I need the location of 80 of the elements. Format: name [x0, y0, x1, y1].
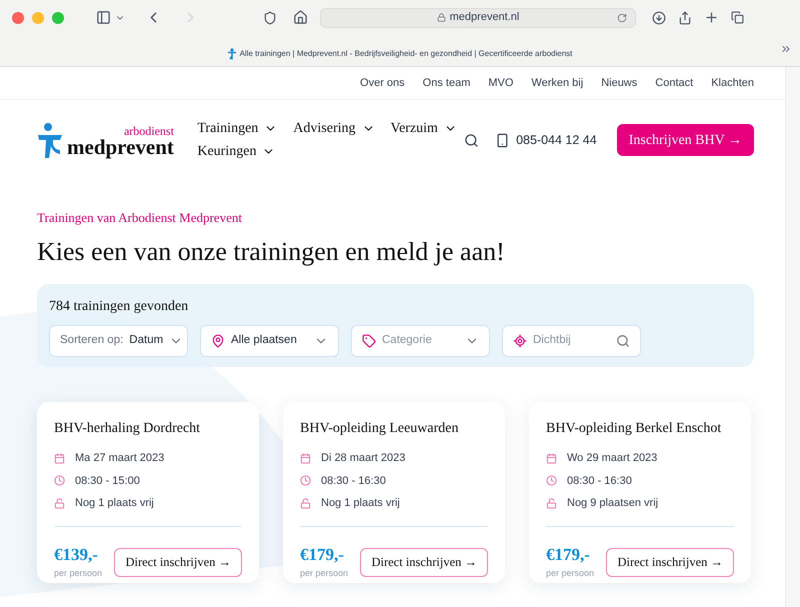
date-text: Di 28 maart 2023 — [321, 451, 406, 466]
close-window-icon[interactable] — [12, 12, 24, 24]
dropdown[interactable]: Sorteren op: Datum — [49, 325, 188, 357]
logo-wordmark: medprevent — [67, 137, 174, 158]
nav-menu-item[interactable]: Verzuim — [390, 118, 457, 139]
dropdown[interactable]: Alle plaatsen — [200, 325, 339, 357]
calendar-icon — [300, 452, 311, 464]
nav-menu-item[interactable]: Trainingen — [197, 118, 278, 139]
top-nav-link[interactable]: MVO — [488, 74, 514, 92]
tag-icon — [362, 334, 376, 348]
top-nav-link[interactable]: Ons team — [422, 74, 470, 92]
browser-tab[interactable]: Alle trainingen | Medprevent.nl - Bedrijfsveiligheid- en gezondheid | Gecertificeerde arbodienst — [0, 48, 800, 66]
results-count: 784 trainingen gevonden — [49, 298, 190, 316]
padlock-icon — [54, 498, 65, 509]
time-text: 08:30 - 16:30 — [567, 474, 632, 488]
sidebar-icon[interactable] — [96, 10, 111, 25]
nav-menu-item[interactable]: Advisering — [293, 118, 375, 139]
shield-icon[interactable] — [263, 10, 277, 24]
lock-icon — [436, 13, 446, 22]
top-nav-link[interactable]: Contact — [655, 74, 694, 92]
address-bar[interactable]: medprevent.nl — [320, 8, 636, 28]
figure-icon — [228, 48, 236, 60]
top-nav-link[interactable]: Klachten — [711, 74, 754, 92]
eyebrow-text: Trainingen van Arbodienst Medprevent — [37, 209, 243, 227]
seats-text: Nog 1 plaats vrij — [321, 496, 400, 511]
calendar-icon — [546, 452, 557, 464]
search-icon — [616, 334, 630, 348]
locate-icon — [513, 334, 527, 348]
price-note: per persoon — [300, 566, 348, 580]
padlock-icon — [300, 498, 311, 509]
dropdown-value: Alle plaatsen — [231, 333, 297, 348]
figure-icon — [37, 122, 63, 158]
price: €179,- — [300, 546, 345, 562]
register-button[interactable]: Direct inschrijven → — [360, 548, 488, 578]
phone-link[interactable]: 085-044 12 44 — [516, 130, 597, 150]
date-text: Wo 29 maart 2023 — [567, 451, 658, 466]
price: €179,- — [546, 546, 591, 562]
home-icon[interactable] — [293, 10, 308, 25]
time-text: 08:30 - 16:30 — [321, 474, 386, 488]
logo[interactable]: arbodienst medprevent — [37, 122, 186, 158]
card-title: BHV-opleiding Berkel Enschot — [546, 420, 722, 438]
scrollbar[interactable] — [785, 67, 800, 607]
card-title: BHV-opleiding Leeuwarden — [300, 420, 460, 438]
clock-icon — [300, 475, 311, 486]
tabs-overview-icon[interactable] — [731, 11, 744, 24]
logo-tagline: arbodienst — [124, 125, 174, 137]
share-icon[interactable] — [678, 10, 692, 24]
clock-icon — [54, 475, 65, 486]
more-tabs-icon[interactable] — [780, 43, 792, 55]
phone-icon — [495, 132, 510, 148]
top-nav-link[interactable]: Nieuws — [601, 74, 638, 92]
map-pin-icon — [211, 334, 225, 348]
placeholder: Dichtbij — [533, 333, 571, 348]
download-icon[interactable] — [652, 10, 666, 24]
seats-text: Nog 1 plaats vrij — [75, 496, 154, 511]
price: €139,- — [54, 546, 99, 562]
register-button[interactable]: Direct inschrijven → — [114, 548, 242, 578]
register-button[interactable]: Direct inschrijven → — [606, 548, 734, 578]
card-title: BHV-herhaling Dordrecht — [54, 420, 202, 438]
date-text: Ma 27 maart 2023 — [75, 451, 164, 466]
top-nav-link[interactable]: Werken bij — [531, 74, 584, 92]
padlock-icon — [546, 498, 557, 509]
reload-icon[interactable] — [617, 12, 627, 22]
new-tab-icon[interactable] — [704, 10, 719, 25]
sort-label: Sorteren op: — [60, 333, 124, 348]
clock-icon — [546, 475, 557, 486]
url-text: medprevent.nl — [450, 10, 520, 26]
signup-button[interactable]: Inschrijven BHV → — [616, 124, 754, 156]
seats-text: Nog 9 plaatsen vrij — [567, 496, 658, 511]
nav-menu-item[interactable]: Keuringen — [197, 141, 276, 162]
top-nav-link[interactable]: Over ons — [360, 74, 405, 92]
tab-title: Alle trainingen | Medprevent.nl - Bedrijfsveiligheid- en gezondheid | Gecertificeerde arbodienst — [240, 48, 572, 60]
calendar-icon — [54, 452, 65, 464]
search-icon[interactable] — [464, 132, 480, 148]
page-heading: Kies een van onze trainingen en meld je aan! — [37, 236, 506, 268]
placeholder: Categorie — [382, 333, 432, 348]
price-note: per persoon — [546, 566, 594, 580]
dropdown-value: Datum — [129, 333, 164, 348]
time-text: 08:30 - 15:00 — [75, 474, 140, 488]
price-note: per persoon — [54, 566, 102, 580]
